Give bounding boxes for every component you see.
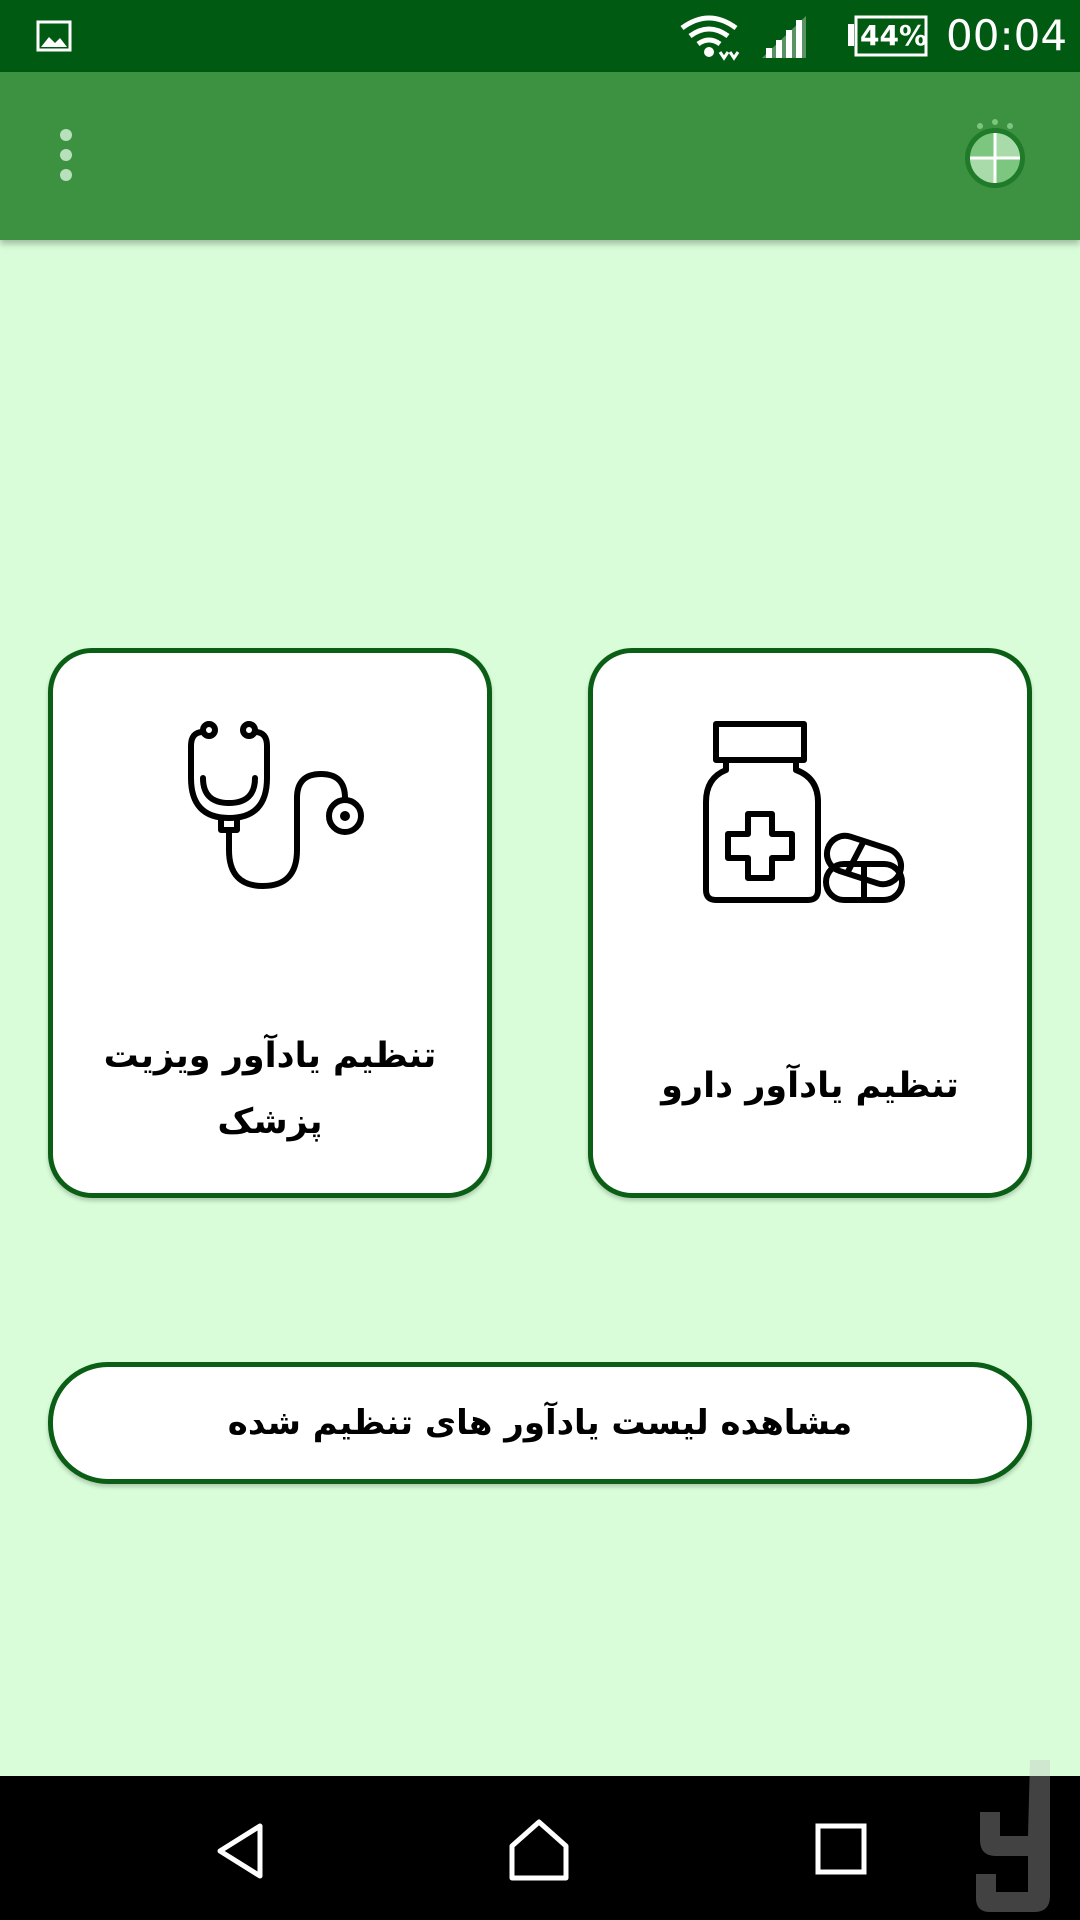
clock: 00:04	[946, 11, 1068, 60]
back-icon[interactable]	[210, 1820, 272, 1882]
app-bar	[0, 72, 1080, 240]
gallery-icon	[36, 20, 72, 52]
battery-level: 44%	[860, 19, 928, 52]
medicine-bottle-icon	[703, 721, 905, 903]
doctor-visit-reminder-card[interactable]: تنظیم یادآور ویزیت پزشک	[48, 648, 492, 1198]
view-reminders-list-button[interactable]: مشاهده لیست یادآور های تنظیم شده	[48, 1362, 1032, 1484]
doctor-visit-reminder-label: تنظیم یادآور ویزیت پزشک	[103, 1036, 437, 1142]
navigation-bar	[0, 1760, 1080, 1920]
signal-icon	[762, 16, 806, 58]
recents-icon[interactable]	[814, 1822, 868, 1876]
medicine-reminder-card[interactable]: تنظیم یادآور دارو	[588, 648, 1032, 1198]
medicine-reminder-label: تنظیم یادآور دارو	[661, 1066, 959, 1106]
status-bar: 44% 00:04	[0, 0, 1080, 72]
app-logo-icon	[965, 119, 1025, 188]
wifi-icon	[680, 15, 740, 61]
stethoscope-icon	[188, 721, 364, 889]
watermark-logo-icon	[976, 1760, 1050, 1912]
overflow-menu-icon[interactable]	[50, 127, 82, 183]
home-icon[interactable]	[506, 1816, 572, 1882]
